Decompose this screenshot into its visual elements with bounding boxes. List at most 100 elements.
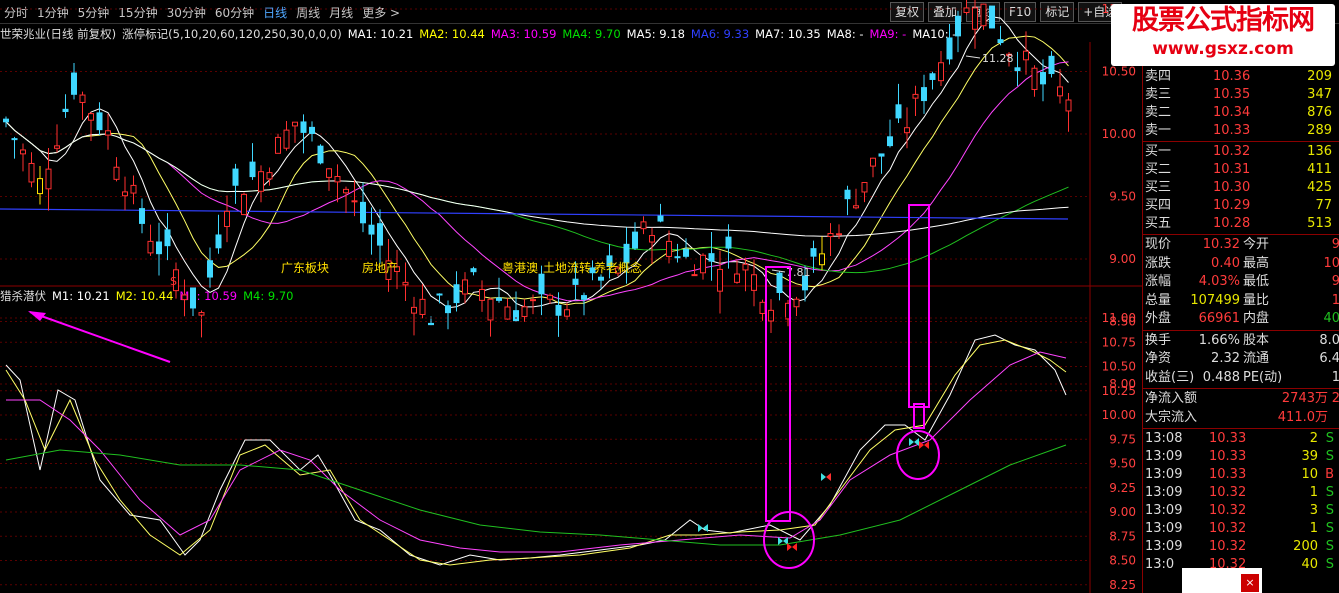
fundamental-label: 收益(三) <box>1145 369 1195 385</box>
quote-label: 内盘 <box>1243 311 1270 326</box>
candle-body <box>878 153 885 157</box>
watermark-url: www.gsxz.com <box>1152 39 1294 59</box>
candle-body <box>912 93 919 99</box>
low-pointer <box>771 269 786 273</box>
candle-body <box>742 263 749 271</box>
ask-row: 卖四 10.36 209 <box>1143 68 1339 86</box>
concept-tag: 房地产 <box>362 260 398 275</box>
candle-body <box>853 205 859 209</box>
chart-canvas: 11.0010.5010.009.509.008.508.00 11.287.8… <box>0 0 1142 593</box>
tick-row: 13:09 10.32 200 S <box>1143 538 1339 556</box>
ask-price: 10.36 <box>1213 69 1251 84</box>
candle-body <box>130 184 137 194</box>
concept-tag: 广东板块 <box>281 261 329 275</box>
flow-value: 411.0万 <box>1277 409 1328 425</box>
candle-body <box>810 248 817 257</box>
bid-price: 10.31 <box>1213 162 1251 177</box>
high-pointer <box>965 55 981 59</box>
tick-volume: 40 <box>1301 557 1318 572</box>
bid-row: 买五 10.28 513 <box>1143 215 1339 233</box>
candle-body <box>190 287 196 309</box>
candle-body <box>317 145 324 164</box>
ask-price: 10.35 <box>1213 87 1251 102</box>
candle-body <box>428 322 434 326</box>
arrow-shaft <box>29 311 171 363</box>
candle-body <box>105 130 111 136</box>
tick-side: B <box>1325 467 1334 482</box>
tick-row: 13:09 10.32 3 S <box>1143 502 1339 520</box>
bid-volume: 411 <box>1307 162 1332 177</box>
candle-body <box>955 15 961 37</box>
candle-body <box>326 168 332 178</box>
candle-body <box>11 138 18 141</box>
candle-body <box>555 304 562 316</box>
watermark-logo: 股票公式指标网 www.gsxz.com <box>1111 4 1335 66</box>
close-button[interactable]: × <box>1241 574 1259 592</box>
fundamental-value: 6.4 <box>1319 351 1339 366</box>
bid-volume: 425 <box>1307 180 1332 195</box>
fundamental-value: 1.66% <box>1198 332 1240 348</box>
indicator-line <box>5 444 1067 546</box>
y-tick-label: 9.25 <box>1109 481 1136 495</box>
tick-time: 13:09 <box>1145 449 1183 464</box>
bid-label: 买三 <box>1145 180 1172 195</box>
butterfly-icon <box>778 537 783 545</box>
candle-body <box>479 288 485 301</box>
candle-body <box>683 248 689 257</box>
panel-divider <box>1143 234 1339 235</box>
candle-body <box>496 297 502 301</box>
indicator-line <box>6 351 1067 553</box>
candle-body <box>241 193 247 216</box>
candle-body <box>547 294 553 300</box>
flow-label: 净流入额 <box>1145 391 1198 406</box>
candle-body <box>997 39 1004 44</box>
candle-body <box>71 72 77 95</box>
bid-price: 10.30 <box>1213 180 1251 195</box>
candle-body <box>232 168 239 186</box>
fundamental-row: 收益(三) 0.488 PE(动) 1 <box>1143 369 1339 387</box>
ask-volume: 209 <box>1307 69 1332 84</box>
tick-side: S <box>1325 503 1334 518</box>
ask-label: 卖四 <box>1145 69 1172 84</box>
highlight-circle <box>896 430 940 480</box>
candle-body <box>963 7 970 13</box>
ask-volume: 347 <box>1307 87 1332 102</box>
tick-side: S <box>1325 539 1334 554</box>
candle-body <box>300 121 307 133</box>
candle-body <box>54 145 60 149</box>
tick-volume: 3 <box>1309 503 1318 518</box>
watermark-title: 股票公式指标网 <box>1132 5 1315 36</box>
quote-value: 107499 <box>1190 292 1240 308</box>
candle-body <box>258 171 264 192</box>
candle-body <box>462 279 468 295</box>
tick-row: 13:09 10.32 1 S <box>1143 520 1339 538</box>
fundamental-value: 0.488 <box>1202 369 1240 385</box>
candle-body <box>402 281 409 286</box>
candle-body <box>419 298 426 315</box>
quote-value: 1 <box>1331 292 1339 308</box>
main-annotations: 11.287.81广东板块 房地产 粤港澳 土地流转 养老概念S <box>170 52 1014 288</box>
tick-row: 13:08 10.33 2 S <box>1143 430 1339 448</box>
quote-label: 涨跌 <box>1145 255 1172 271</box>
candle-body <box>147 240 154 254</box>
candle-body <box>776 272 783 293</box>
quote-value: 40 <box>1323 311 1339 326</box>
panel-divider <box>1143 329 1339 331</box>
tick-side: S <box>1325 557 1334 572</box>
quote-label: 涨幅 <box>1145 274 1172 289</box>
quote-label: 最高 <box>1243 255 1270 271</box>
candle-body <box>759 301 766 314</box>
candle-body <box>249 161 256 178</box>
panel-divider <box>1143 141 1339 142</box>
panel-divider <box>1143 388 1339 389</box>
bid-row: 买三 10.30 425 <box>1143 179 1339 197</box>
candle-body <box>156 241 162 255</box>
candle-body <box>487 298 494 321</box>
candle-body <box>283 129 290 149</box>
sell-marker: S <box>170 275 177 288</box>
quote-row: 现价 10.32 今开 9 <box>1143 236 1339 254</box>
tick-price: 10.32 <box>1209 539 1247 554</box>
tick-volume: 200 <box>1293 539 1318 554</box>
candle-body <box>666 240 672 257</box>
candle-body <box>972 7 978 30</box>
